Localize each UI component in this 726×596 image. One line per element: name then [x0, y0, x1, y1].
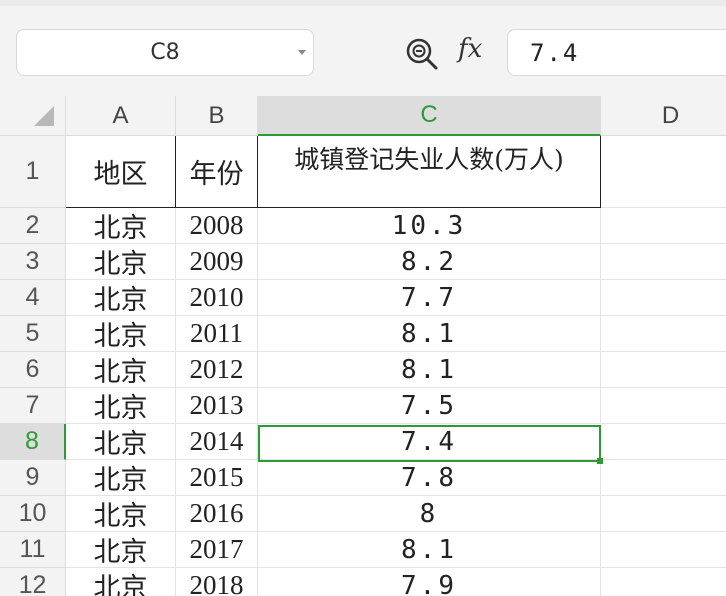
- cell-b4[interactable]: 2010: [176, 280, 258, 316]
- row-header-9[interactable]: 9: [0, 460, 66, 496]
- column-header-a[interactable]: A: [66, 96, 176, 136]
- cell-a6[interactable]: 北京: [66, 352, 176, 388]
- cell-c11[interactable]: 8.1: [258, 532, 601, 568]
- row-header-8[interactable]: 8: [0, 424, 66, 460]
- cell-d5[interactable]: [601, 316, 726, 352]
- row-header-1[interactable]: 1: [0, 136, 66, 208]
- cell-d2[interactable]: [601, 208, 726, 244]
- cell-a5[interactable]: 北京: [66, 316, 176, 352]
- cell-d1[interactable]: [601, 136, 726, 208]
- row-header-4[interactable]: 4: [0, 280, 66, 316]
- cell-b12[interactable]: 2018: [176, 568, 258, 596]
- column-header-c[interactable]: C: [258, 96, 601, 136]
- name-box[interactable]: C8: [16, 29, 314, 76]
- select-all-corner[interactable]: [0, 96, 66, 136]
- cell-a4[interactable]: 北京: [66, 280, 176, 316]
- cell-b9[interactable]: 2015: [176, 460, 258, 496]
- cell-a7[interactable]: 北京: [66, 388, 176, 424]
- spreadsheet-grid: A B C D 1 地区 年份 城镇登记失业人数(万人) 2 北京 2008 10.3 3 北京 2…: [0, 96, 726, 596]
- cell-c12[interactable]: 7.9: [258, 568, 601, 596]
- formula-input[interactable]: 7.4: [507, 29, 726, 76]
- cell-b10[interactable]: 2016: [176, 496, 258, 532]
- cell-d3[interactable]: [601, 244, 726, 280]
- cell-d9[interactable]: [601, 460, 726, 496]
- cell-b8[interactable]: 2014: [176, 424, 258, 460]
- cell-c3[interactable]: 8.2: [258, 244, 601, 280]
- cell-a3[interactable]: 北京: [66, 244, 176, 280]
- cell-c2[interactable]: 10.3: [258, 208, 601, 244]
- cell-a8[interactable]: 北京: [66, 424, 176, 460]
- cell-b1[interactable]: 年份: [176, 136, 258, 208]
- toolbar-divider: [0, 0, 726, 6]
- row-header-12[interactable]: 12: [0, 568, 66, 596]
- column-header-b[interactable]: B: [176, 96, 258, 136]
- row-header-6[interactable]: 6: [0, 352, 66, 388]
- cell-c5[interactable]: 8.1: [258, 316, 601, 352]
- cell-a10[interactable]: 北京: [66, 496, 176, 532]
- cell-a9[interactable]: 北京: [66, 460, 176, 496]
- select-all-triangle-icon: [34, 106, 54, 126]
- zoom-magnifier-icon[interactable]: [404, 36, 440, 72]
- row-header-7[interactable]: 7: [0, 388, 66, 424]
- fx-icon[interactable]: fx: [458, 34, 482, 64]
- cell-c6[interactable]: 8.1: [258, 352, 601, 388]
- chevron-down-icon[interactable]: [298, 50, 306, 55]
- cell-b11[interactable]: 2017: [176, 532, 258, 568]
- cell-d10[interactable]: [601, 496, 726, 532]
- cell-d11[interactable]: [601, 532, 726, 568]
- cell-c1[interactable]: 城镇登记失业人数(万人): [258, 136, 601, 208]
- row-header-5[interactable]: 5: [0, 316, 66, 352]
- cell-d7[interactable]: [601, 388, 726, 424]
- row-header-10[interactable]: 10: [0, 496, 66, 532]
- cell-d12[interactable]: [601, 568, 726, 596]
- name-box-value: C8: [150, 40, 180, 65]
- fill-handle[interactable]: [597, 458, 603, 464]
- cell-b6[interactable]: 2012: [176, 352, 258, 388]
- cell-b7[interactable]: 2013: [176, 388, 258, 424]
- formula-value: 7.4: [530, 38, 580, 67]
- cell-b5[interactable]: 2011: [176, 316, 258, 352]
- cell-c4[interactable]: 7.7: [258, 280, 601, 316]
- cell-a12[interactable]: 北京: [66, 568, 176, 596]
- cell-d4[interactable]: [601, 280, 726, 316]
- cell-d6[interactable]: [601, 352, 726, 388]
- cell-a2[interactable]: 北京: [66, 208, 176, 244]
- cell-c8[interactable]: 7.4: [258, 424, 601, 460]
- cell-a1[interactable]: 地区: [66, 136, 176, 208]
- formula-bar-area: C8 fx 7.4: [0, 0, 726, 96]
- cell-a11[interactable]: 北京: [66, 532, 176, 568]
- row-header-2[interactable]: 2: [0, 208, 66, 244]
- cell-d8[interactable]: [601, 424, 726, 460]
- cell-b2[interactable]: 2008: [176, 208, 258, 244]
- cell-c10[interactable]: 8: [258, 496, 601, 532]
- row-header-3[interactable]: 3: [0, 244, 66, 280]
- row-header-11[interactable]: 11: [0, 532, 66, 568]
- cell-c9[interactable]: 7.8: [258, 460, 601, 496]
- cell-b3[interactable]: 2009: [176, 244, 258, 280]
- cell-c7[interactable]: 7.5: [258, 388, 601, 424]
- column-header-d[interactable]: D: [601, 96, 726, 136]
